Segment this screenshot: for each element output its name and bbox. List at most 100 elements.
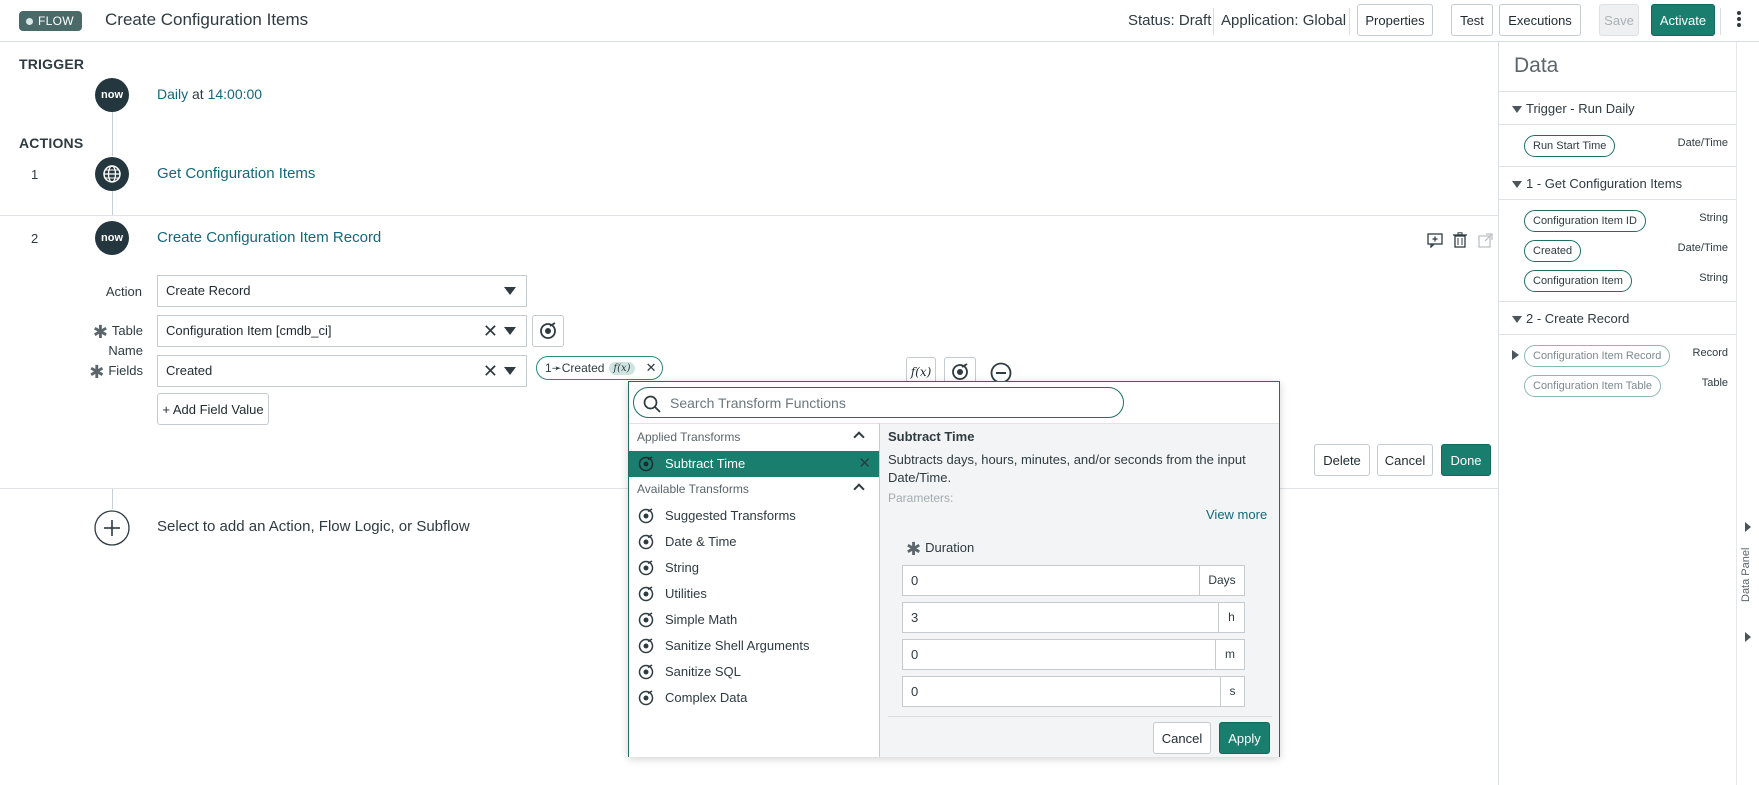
data-pill-configuration-item[interactable]: Configuration Item [1524,270,1632,292]
transform-category-string[interactable]: String [629,555,879,581]
flow-connector [112,112,113,156]
transform-function-icon [638,586,654,602]
required-asterisk-icon: ✱ [92,322,108,342]
remove-transform-icon[interactable]: ✕ [858,451,871,477]
servicenow-logo-icon: now [95,78,129,112]
dropdown-arrow-icon [504,327,516,335]
page-title: Create Configuration Items [105,10,309,29]
data-pill-created[interactable]: Created [1524,240,1582,262]
data-section-label: Trigger - Run Daily [1526,101,1635,116]
action-number: 2 [31,231,39,246]
transform-category-sanitize-shell[interactable]: Sanitize Shell Arguments [629,633,879,659]
header-divider [1349,8,1350,35]
done-button[interactable]: Done [1441,444,1491,476]
transform-detail-panel: Subtract Time Subtracts days, hours, min… [880,423,1279,757]
view-more-link[interactable]: View more [1206,507,1267,522]
duration-hours-input[interactable]: 3 [902,602,1219,633]
transform-category-label: String [665,560,699,575]
transform-apply-button[interactable]: Apply [1219,722,1270,754]
collapse-arrow-icon[interactable] [1745,522,1751,532]
data-section-label: 2 - Create Record [1526,311,1630,326]
data-pill-type: Date/Time [1677,137,1728,149]
applied-transform-subtract-time[interactable]: Subtract Time ✕ [629,451,879,477]
applied-transforms-header[interactable]: Applied Transforms [629,424,879,450]
data-pill-type: Date/Time [1677,242,1728,254]
action-icon [95,157,129,191]
action-select[interactable]: Create Record [157,275,527,307]
transform-category-complex-data[interactable]: Complex Data [629,685,879,711]
collapse-triangle-icon [1512,181,1522,188]
data-section-get-configuration-items[interactable]: 1 - Get Configuration Items [1499,166,1737,200]
action-select-value: Create Record [166,283,251,298]
more-options-button[interactable] [1725,4,1753,36]
remove-pill-icon[interactable]: ✕ [646,360,657,376]
transform-category-label: Sanitize Shell Arguments [665,638,810,653]
add-step-icon[interactable] [94,510,130,546]
data-pill-type: String [1699,212,1728,224]
delete-button[interactable]: Delete [1314,444,1370,476]
fx-icon: f(x) [910,365,932,379]
chevron-up-icon [853,483,865,495]
transform-category-simple-math[interactable]: Simple Math [629,607,879,633]
test-button[interactable]: Test [1451,4,1493,36]
globe-icon [103,165,121,183]
data-section-trigger[interactable]: Trigger - Run Daily [1499,91,1737,125]
data-pill-picker-button[interactable] [532,315,564,347]
fields-label: ✱ Fields [86,362,143,383]
data-pill-configuration-item-table[interactable]: Configuration Item Table [1524,375,1662,397]
action-link-create-configuration-item-record[interactable]: Create Configuration Item Record [157,229,381,246]
duration-days-input[interactable]: 0 [902,565,1200,596]
data-pill-label: 1➛Created [545,361,605,375]
servicenow-logo-icon: now [95,221,129,255]
duration-label-text: Duration [925,540,975,555]
transform-category-date-time[interactable]: Date & Time [629,529,879,555]
data-pill-run-start-time[interactable]: Run Start Time [1524,135,1616,157]
fields-label-text: Fields [108,363,143,378]
data-pill-created[interactable]: 1➛Created f(x) ✕ [536,356,664,380]
executions-button[interactable]: Executions [1499,4,1581,36]
transform-category-label: Complex Data [665,690,748,705]
fields-select[interactable]: Created ✕ [157,355,527,387]
duration-seconds-input[interactable]: 0 [902,676,1221,707]
data-section-create-record[interactable]: 2 - Create Record [1499,301,1737,335]
available-transforms-header[interactable]: Available Transforms [629,476,879,502]
transform-category-suggested[interactable]: Suggested Transforms [629,503,879,529]
transform-function-icon [638,638,654,654]
trigger-time: 14:00:00 [207,86,263,102]
trigger-link[interactable]: Daily at 14:00:00 [157,86,262,102]
transform-category-sanitize-sql[interactable]: Sanitize SQL [629,659,879,685]
search-icon [643,395,661,413]
cancel-button[interactable]: Cancel [1377,444,1433,476]
open-external-icon[interactable] [1478,233,1493,248]
expand-arrow-icon[interactable] [1745,632,1751,642]
transform-list: Applied Transforms Subtract Time ✕ Avail… [629,423,880,757]
table-name-select[interactable]: Configuration Item [cmdb_ci] ✕ [157,315,527,347]
duration-minutes-input[interactable]: 0 [902,639,1216,670]
add-action-prompt[interactable]: Select to add an Action, Flow Logic, or … [157,518,470,535]
transform-functions-popup: Search Transform Functions Applied Trans… [628,381,1280,757]
transform-search-input[interactable]: Search Transform Functions [633,387,1124,418]
fields-select-value: Created [166,363,213,378]
activate-button[interactable]: Activate [1651,4,1715,36]
applied-transform-label: Subtract Time [665,456,746,471]
add-field-value-button[interactable]: + Add Field Value [157,393,269,425]
expand-triangle-icon[interactable] [1512,350,1519,360]
data-pill-configuration-item-id[interactable]: Configuration Item ID [1524,210,1646,232]
required-asterisk-icon: ✱ [89,362,105,382]
add-comment-icon[interactable] [1427,233,1443,248]
data-panel-toggle-strip[interactable]: Data Panel [1736,42,1759,785]
flow-badge: FLOW [19,11,82,31]
transform-cancel-button[interactable]: Cancel [1153,722,1211,754]
action-link-get-configuration-items[interactable]: Get Configuration Items [157,165,315,182]
data-pill-picker-icon [952,363,968,380]
clear-icon[interactable]: ✕ [483,316,498,346]
status-text: Status: Draft [1128,12,1212,29]
transform-category-label: Suggested Transforms [665,508,796,523]
clear-icon[interactable]: ✕ [483,356,498,386]
transform-category-utilities[interactable]: Utilities [629,581,879,607]
save-button[interactable]: Save [1599,4,1639,36]
properties-button[interactable]: Properties [1357,4,1433,36]
trash-icon[interactable] [1453,232,1467,248]
row-divider [0,215,1498,216]
duration-hours-unit: h [1218,602,1245,633]
